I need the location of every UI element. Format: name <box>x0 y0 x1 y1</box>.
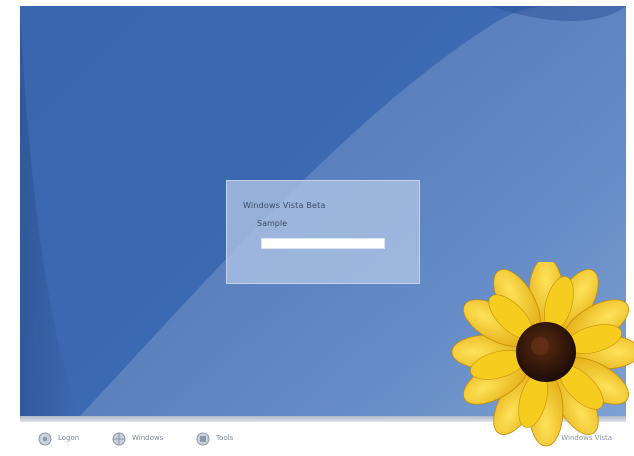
bottom-item-windows[interactable]: Windows <box>112 430 163 446</box>
username-input[interactable] <box>261 238 385 249</box>
logon-screen: Windows Vista Beta Sample Logon Windows <box>0 0 634 456</box>
logon-dialog: Windows Vista Beta Sample <box>226 180 420 284</box>
sunflower-image <box>451 262 634 447</box>
bottom-item-logon[interactable]: Logon <box>38 430 79 446</box>
logon-prompt-text: Windows Vista Beta <box>243 201 326 210</box>
bottom-item-tools[interactable]: Tools <box>196 430 233 446</box>
username-label: Sample <box>257 219 287 228</box>
bottom-item-label: Windows <box>132 434 164 442</box>
bottom-item-label: Tools <box>216 434 234 442</box>
language-icon <box>112 431 126 446</box>
bottom-item-label: Logon <box>58 434 80 442</box>
power-icon <box>196 431 210 446</box>
ease-of-access-icon <box>38 431 52 446</box>
